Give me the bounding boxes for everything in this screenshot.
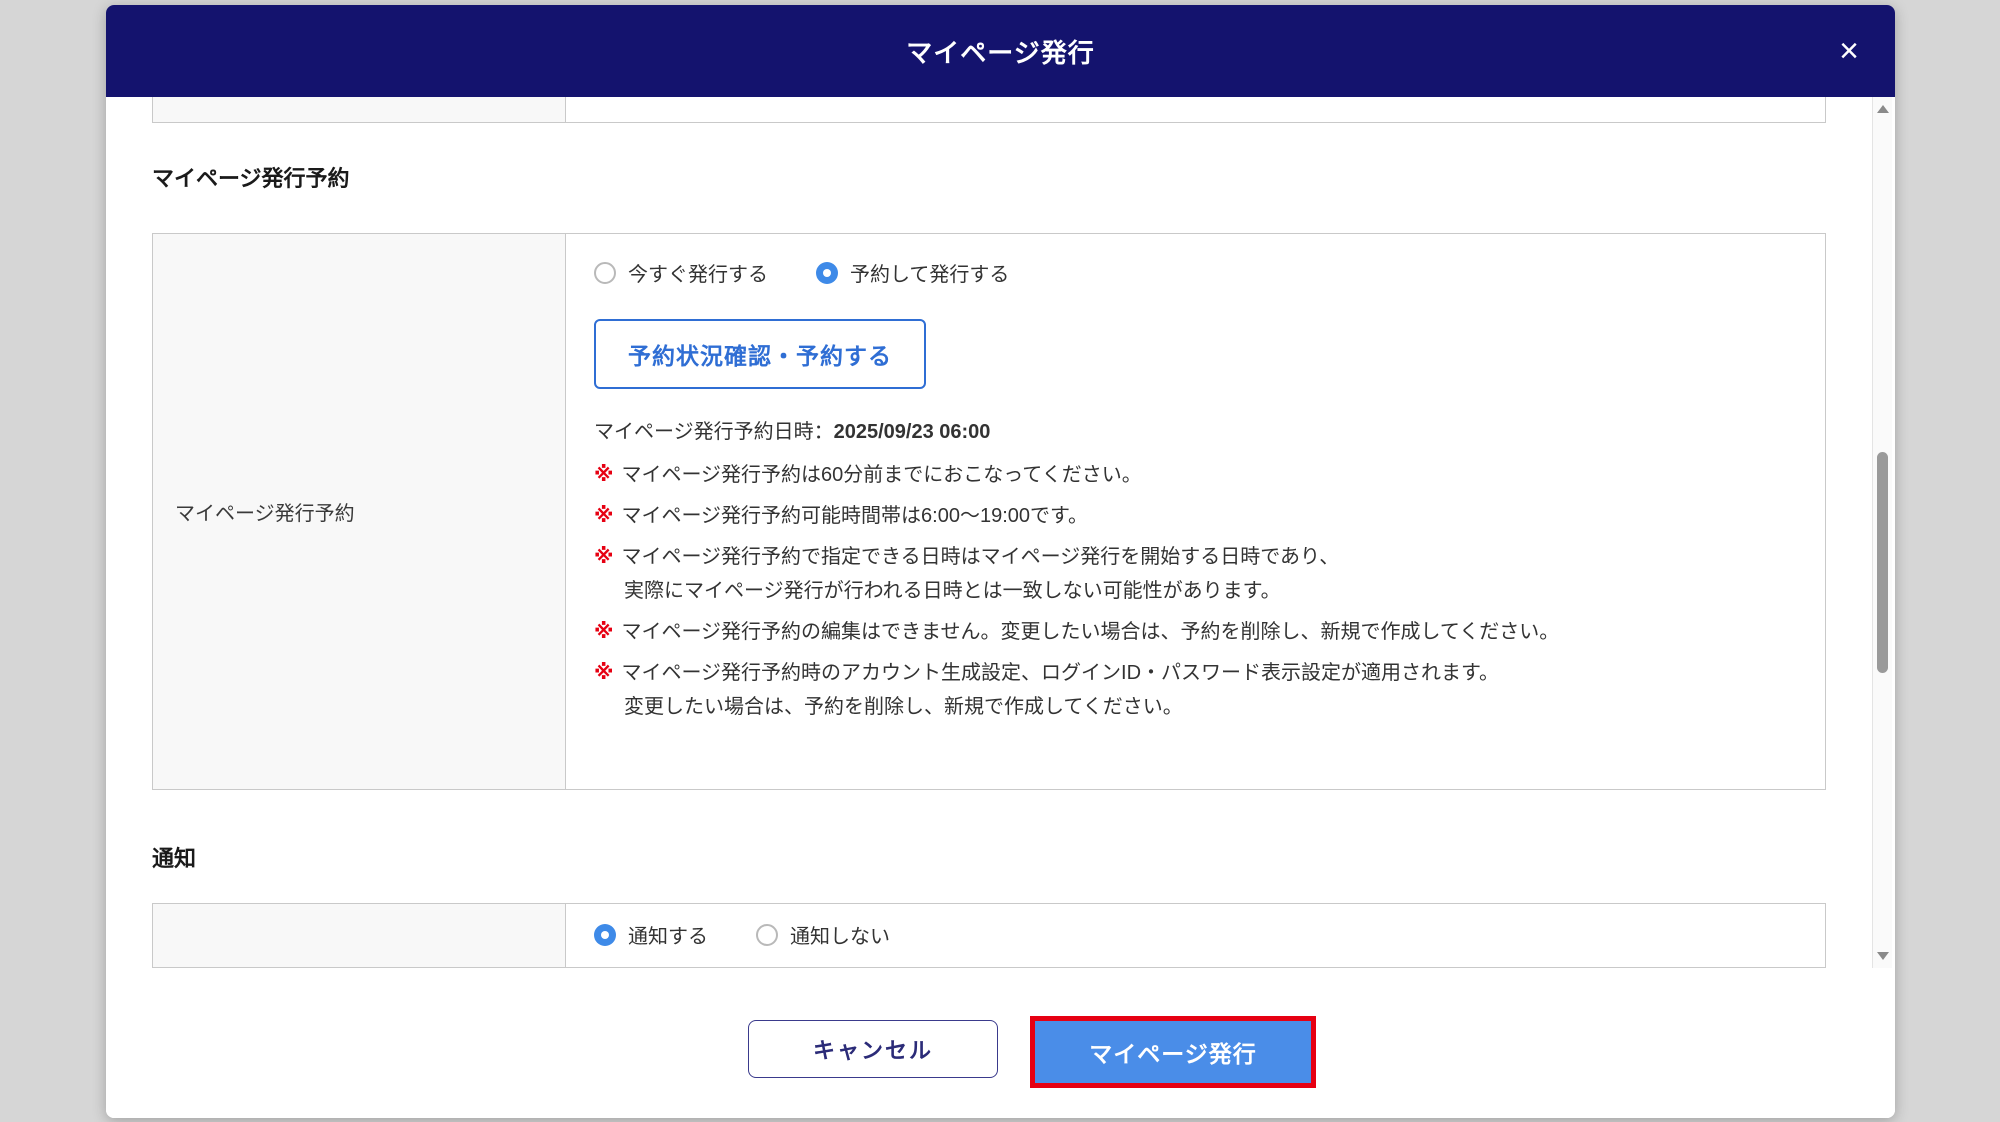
dialog-scroll-area: マイページ発行予約 マイページ発行予約 今すぐ発行する 予約して発行する 予約状… bbox=[106, 97, 1895, 968]
scroll-up-arrow-icon[interactable] bbox=[1877, 105, 1889, 113]
notification-radio-group: 通知する 通知しない bbox=[594, 920, 1797, 949]
radio-notify-on[interactable]: 通知する bbox=[594, 920, 708, 949]
note-item: ※ マイページ発行予約の編集はできません。変更したい場合は、予約を削除し、新規で作… bbox=[594, 615, 1797, 649]
note-text: マイページ発行予約の編集はできません。変更したい場合は、予約を削除し、新規で作成… bbox=[621, 621, 1559, 643]
issue-timing-radio-group: 今すぐ発行する 予約して発行する bbox=[594, 258, 1797, 287]
table-row-clipped bbox=[152, 97, 1826, 123]
radio-issue-now[interactable]: 今すぐ発行する bbox=[594, 258, 768, 287]
reservation-table: マイページ発行予約 今すぐ発行する 予約して発行する 予約状況確認・予約する マ… bbox=[152, 233, 1826, 790]
vertical-scrollbar[interactable] bbox=[1872, 97, 1892, 968]
check-reservation-button[interactable]: 予約状況確認・予約する bbox=[594, 319, 926, 389]
notification-section-heading: 通知 bbox=[152, 841, 196, 873]
note-item: ※ マイページ発行予約可能時間帯は6:00～19:00です。 bbox=[594, 499, 1797, 533]
scrollbar-thumb[interactable] bbox=[1877, 452, 1888, 673]
notification-row-label bbox=[153, 904, 566, 967]
reservation-notes: ※ マイページ発行予約は60分前までにおこなってください。 ※ マイページ発行予約可… bbox=[594, 458, 1797, 724]
scroll-down-arrow-icon[interactable] bbox=[1877, 952, 1889, 960]
note-asterisk: ※ bbox=[594, 621, 613, 643]
note-asterisk: ※ bbox=[594, 505, 613, 527]
note-item: ※ マイページ発行予約は60分前までにおこなってください。 bbox=[594, 458, 1797, 492]
radio-checked-icon[interactable] bbox=[816, 262, 838, 284]
radio-issue-now-label: 今すぐ発行する bbox=[628, 258, 768, 287]
radio-issue-reserved[interactable]: 予約して発行する bbox=[816, 258, 1009, 287]
note-asterisk: ※ bbox=[594, 464, 613, 486]
reservation-section-heading: マイページ発行予約 bbox=[152, 161, 350, 193]
reservation-row-value: 今すぐ発行する 予約して発行する 予約状況確認・予約する マイページ発行予約日時… bbox=[566, 234, 1825, 789]
radio-notify-off-label: 通知しない bbox=[790, 920, 890, 949]
dialog-footer: キャンセル マイページ発行 bbox=[106, 968, 1895, 1118]
radio-unchecked-icon[interactable] bbox=[756, 924, 778, 946]
radio-notify-off[interactable]: 通知しない bbox=[756, 920, 890, 949]
dialog-title: マイページ発行 bbox=[906, 33, 1094, 70]
note-text: マイページ発行予約時のアカウント生成設定、ログインID・パスワード表示設定が適用… bbox=[621, 662, 1499, 684]
radio-issue-reserved-label: 予約して発行する bbox=[850, 258, 1009, 287]
note-text: マイページ発行予約可能時間帯は6:00～19:00です。 bbox=[621, 505, 1088, 527]
note-text: マイページ発行予約は60分前までにおこなってください。 bbox=[621, 464, 1141, 486]
reservation-datetime: マイページ発行予約日時：2025/09/23 06:00 bbox=[594, 415, 1797, 444]
reservation-datetime-label: マイページ発行予約日時： bbox=[594, 421, 834, 443]
note-item: ※ マイページ発行予約で指定できる日時はマイページ発行を開始する日時であり、実際に… bbox=[594, 540, 1797, 608]
note-asterisk: ※ bbox=[594, 662, 613, 684]
note-text-continued: 実際にマイページ発行が行われる日時とは一致しない可能性があります。 bbox=[624, 574, 1797, 608]
note-item: ※ マイページ発行予約時のアカウント生成設定、ログインID・パスワード表示設定が適… bbox=[594, 656, 1797, 724]
notification-table: 通知する 通知しない bbox=[152, 903, 1826, 968]
radio-notify-on-label: 通知する bbox=[628, 920, 708, 949]
radio-checked-icon[interactable] bbox=[594, 924, 616, 946]
note-text: マイページ発行予約で指定できる日時はマイページ発行を開始する日時であり、 bbox=[621, 546, 1339, 568]
radio-unchecked-icon[interactable] bbox=[594, 262, 616, 284]
mypage-issue-dialog: マイページ発行 × マイページ発行予約 マイページ発行予約 今すぐ発行する 予約… bbox=[106, 5, 1895, 1118]
dialog-header: マイページ発行 × bbox=[106, 5, 1895, 97]
close-icon[interactable]: × bbox=[1839, 34, 1859, 68]
note-text-continued: 変更したい場合は、予約を削除し、新規で作成してください。 bbox=[624, 690, 1797, 724]
mypage-issue-button[interactable]: マイページ発行 bbox=[1035, 1021, 1311, 1083]
cancel-button[interactable]: キャンセル bbox=[748, 1020, 998, 1078]
notification-row-value: 通知する 通知しない bbox=[566, 904, 1825, 967]
submit-button-highlight-frame: マイページ発行 bbox=[1030, 1016, 1316, 1088]
reservation-datetime-value: 2025/09/23 06:00 bbox=[834, 421, 991, 443]
reservation-row-label: マイページ発行予約 bbox=[153, 234, 566, 789]
table-label-cell bbox=[153, 97, 566, 122]
note-asterisk: ※ bbox=[594, 546, 613, 568]
